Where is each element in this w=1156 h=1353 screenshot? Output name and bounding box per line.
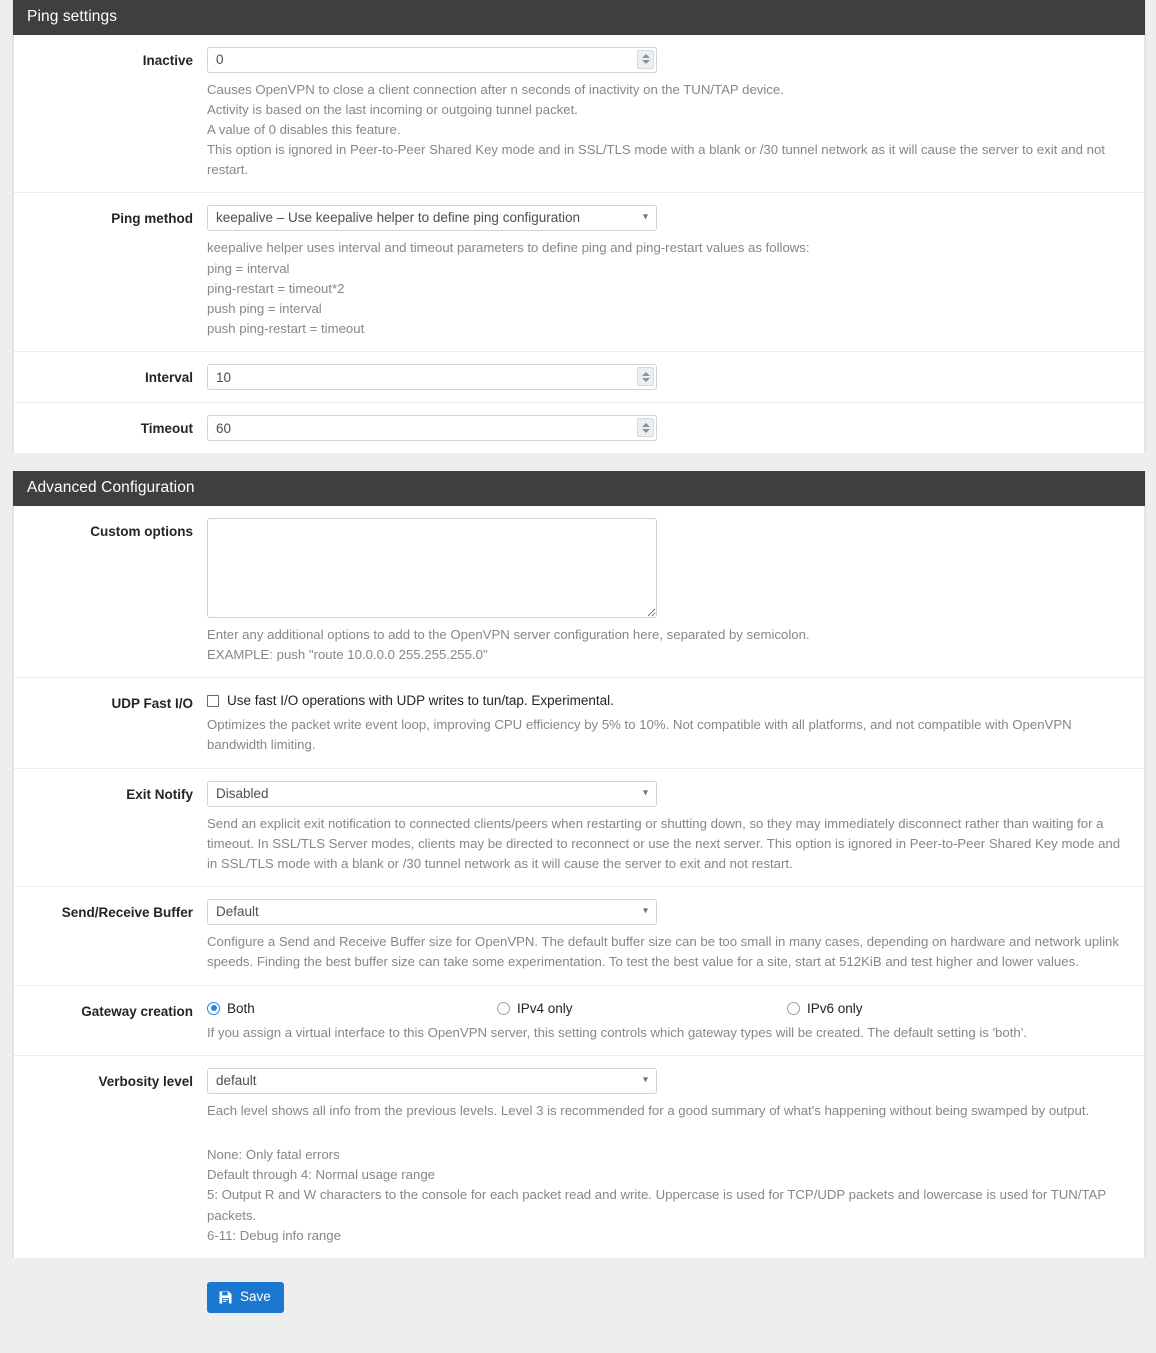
exit-notify-select[interactable]: Disabled — [207, 780, 657, 807]
udp-fast-io-check-line[interactable]: Use fast I/O operations with UDP writes … — [207, 690, 1122, 708]
advanced-configuration-body: Custom options Enter any additional opti… — [13, 505, 1145, 1258]
ping-settings-body: Inactive Causes OpenVPN to close a clien… — [13, 34, 1145, 454]
help-verbosity-levels: None: Only fatal errors Default through … — [207, 1146, 1106, 1243]
label-exit-notify: Exit Notify — [126, 786, 193, 802]
panel-separator — [0, 453, 1156, 472]
ping-method-select-wrap: keepalive – Use keepalive helper to defi… — [207, 205, 657, 232]
help-custom-options: Enter any additional options to add to t… — [207, 626, 810, 663]
help-ping-method: keepalive helper uses interval and timeo… — [207, 240, 810, 337]
field-row-verbosity-level: Verbosity level default ▾ Each level sho… — [14, 1056, 1144, 1258]
verbosity-level-select-wrap: default ▾ — [207, 1067, 657, 1094]
help-gateway-creation: If you assign a virtual interface to thi… — [207, 1024, 1027, 1040]
interval-input-wrap — [207, 364, 657, 391]
timeout-number-stepper[interactable] — [637, 418, 654, 438]
radio-label-both: Both — [227, 1000, 255, 1016]
label-inactive: Inactive — [142, 52, 193, 68]
inactive-input-wrap — [207, 46, 657, 73]
stepper-down-icon — [641, 377, 650, 382]
help-exit-notify: Send an explicit exit notification to co… — [207, 815, 1121, 871]
udp-fast-io-checkbox[interactable] — [207, 694, 219, 707]
timeout-input-wrap — [207, 415, 657, 442]
label-gateway-creation: Gateway creation — [81, 1003, 193, 1019]
form-actions-bar: Save — [0, 1257, 1156, 1313]
field-row-interval: Interval — [14, 352, 1144, 404]
field-row-ping-method: Ping method keepalive – Use keepalive he… — [14, 193, 1144, 353]
help-verbosity-level-top: Each level shows all info from the previ… — [207, 1102, 1090, 1118]
custom-options-textarea[interactable] — [207, 517, 657, 618]
gateway-creation-radio-group: Both IPv4 only IPv6 only — [207, 998, 1122, 1016]
radio-indicator-ipv6-only[interactable] — [787, 1001, 800, 1015]
label-verbosity-level: Verbosity level — [98, 1073, 193, 1089]
radio-gateway-ipv6-only[interactable]: IPv6 only — [787, 1001, 1077, 1016]
send-receive-buffer-select-wrap: Default ▾ — [207, 899, 657, 926]
radio-label-ipv4-only: IPv4 only — [517, 1000, 573, 1016]
field-row-gateway-creation: Gateway creation Both IPv4 only IPv6 onl… — [14, 986, 1144, 1056]
openvpn-server-settings-page: Ping settings Inactive Causes OpenVPN to… — [0, 0, 1156, 1353]
stepper-down-icon — [641, 60, 650, 64]
label-timeout: Timeout — [140, 421, 193, 437]
ping-settings-header: Ping settings — [13, 0, 1145, 35]
field-row-inactive: Inactive Causes OpenVPN to close a clien… — [14, 35, 1144, 194]
save-button-label: Save — [240, 1288, 271, 1304]
help-udp-fast-io: Optimizes the packet write event loop, i… — [207, 717, 1072, 753]
label-send-receive-buffer: Send/Receive Buffer — [61, 905, 193, 921]
label-udp-fast-io: UDP Fast I/O — [111, 696, 193, 712]
ping-method-select[interactable]: keepalive – Use keepalive helper to defi… — [207, 205, 657, 232]
field-row-custom-options: Custom options Enter any additional opti… — [14, 506, 1144, 679]
stepper-up-icon — [641, 371, 650, 376]
radio-label-ipv6-only: IPv6 only — [807, 1000, 863, 1016]
interval-input[interactable] — [207, 364, 657, 391]
verbosity-level-select[interactable]: default — [207, 1067, 657, 1094]
interval-number-stepper[interactable] — [637, 367, 654, 387]
exit-notify-select-wrap: Disabled ▾ — [207, 780, 657, 807]
stepper-down-icon — [641, 428, 650, 433]
radio-gateway-ipv4-only[interactable]: IPv4 only — [497, 1001, 787, 1016]
help-spacer — [207, 1121, 1122, 1140]
inactive-number-stepper[interactable] — [637, 49, 654, 69]
send-receive-buffer-select[interactable]: Default — [207, 899, 657, 926]
ping-settings-panel: Ping settings Inactive Causes OpenVPN to… — [12, 0, 1146, 454]
help-inactive: Causes OpenVPN to close a client connect… — [207, 81, 1105, 178]
field-row-send-receive-buffer: Send/Receive Buffer Default ▾ Configure … — [14, 887, 1144, 986]
field-row-timeout: Timeout — [14, 403, 1144, 453]
help-send-receive-buffer: Configure a Send and Receive Buffer size… — [207, 934, 1119, 970]
page-bottom-filler — [0, 1312, 1156, 1353]
radio-indicator-both[interactable] — [207, 1001, 220, 1015]
radio-indicator-ipv4-only[interactable] — [497, 1001, 510, 1015]
stepper-up-icon — [641, 422, 650, 427]
label-ping-method: Ping method — [111, 211, 193, 227]
save-disk-icon — [218, 1290, 233, 1305]
label-interval: Interval — [144, 370, 193, 386]
field-row-exit-notify: Exit Notify Disabled ▾ Send an explicit … — [14, 769, 1144, 888]
udp-fast-io-checkbox-label: Use fast I/O operations with UDP writes … — [227, 693, 614, 709]
advanced-configuration-panel: Advanced Configuration Custom options En… — [12, 471, 1146, 1258]
stepper-up-icon — [641, 54, 650, 58]
timeout-input[interactable] — [207, 415, 657, 442]
advanced-configuration-header: Advanced Configuration — [13, 471, 1145, 506]
field-row-udp-fast-io: UDP Fast I/O Use fast I/O operations wit… — [14, 678, 1144, 769]
inactive-input[interactable] — [207, 46, 657, 73]
save-button[interactable]: Save — [207, 1281, 284, 1313]
radio-gateway-both[interactable]: Both — [207, 1001, 497, 1016]
label-custom-options: Custom options — [90, 523, 193, 539]
